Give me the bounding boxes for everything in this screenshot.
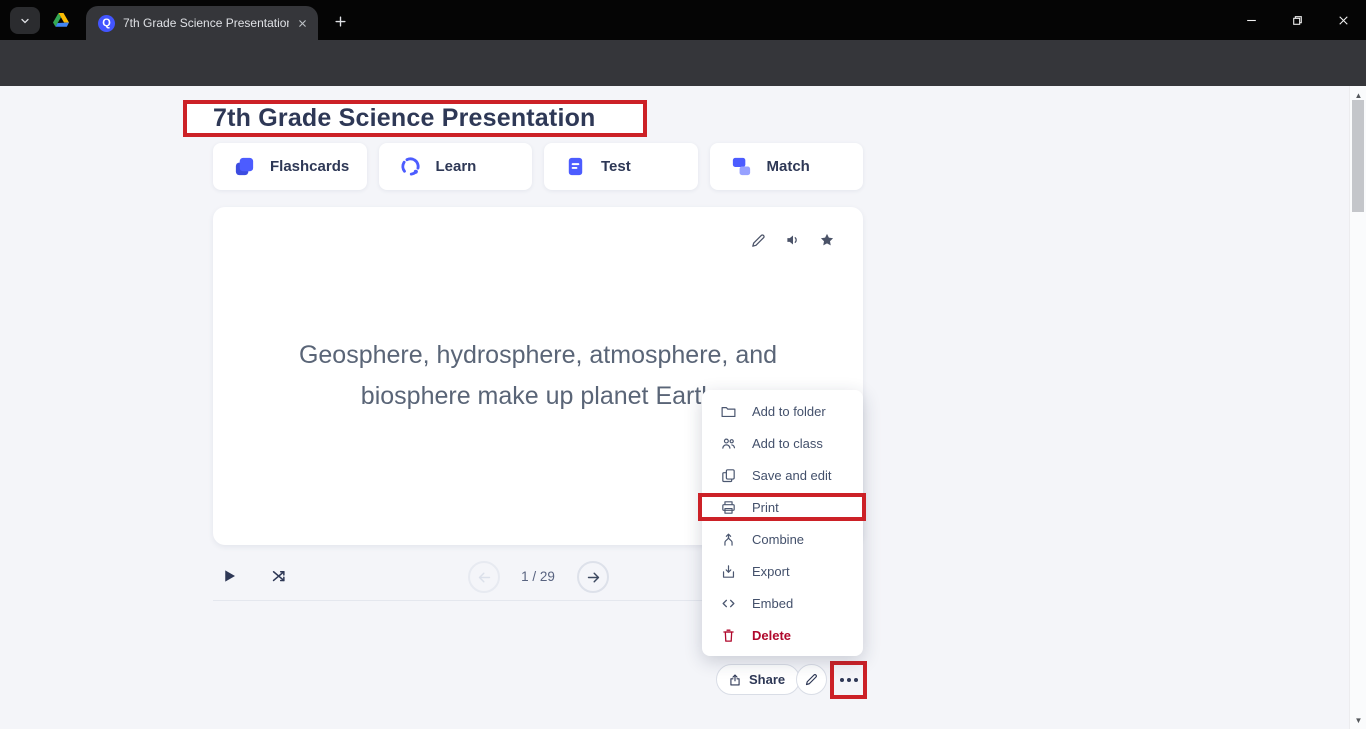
play-icon [220, 567, 238, 585]
play-button[interactable] [220, 567, 238, 585]
window-controls [1228, 0, 1366, 40]
menu-item-save-and-edit[interactable]: Save and edit [702, 459, 863, 491]
audio-icon[interactable] [784, 231, 802, 249]
arrow-left-icon [476, 569, 493, 586]
tab-title: 7th Grade Science Presentation [123, 16, 289, 30]
pencil-icon [804, 672, 819, 687]
share-button[interactable]: Share [716, 664, 800, 695]
active-tab[interactable]: Q 7th Grade Science Presentation [86, 6, 318, 40]
minimize-button[interactable] [1228, 0, 1274, 40]
flashcards-icon [233, 155, 256, 178]
learn-icon [399, 155, 422, 178]
title-annotation-box: 7th Grade Science Presentation [183, 100, 647, 137]
printer-icon [720, 499, 737, 516]
mode-match[interactable]: Match [710, 143, 864, 190]
card-toolbar [750, 231, 835, 249]
scroll-down-icon[interactable]: ▼ [1350, 713, 1366, 727]
menu-item-export[interactable]: Export [702, 555, 863, 587]
more-options-annotation-box [830, 661, 867, 699]
users-icon [720, 435, 737, 452]
test-icon [564, 155, 587, 178]
page-scrollbar[interactable]: ▲ ▼ [1349, 86, 1366, 729]
code-icon [720, 595, 737, 612]
study-modes: Flashcards Learn Test Match [213, 143, 863, 190]
tab-close-icon[interactable] [297, 18, 308, 29]
mode-label: Match [767, 158, 810, 175]
browser-toolbar: quizlet.com/923435932/7th-grade-science-… [0, 40, 1366, 86]
google-drive-icon [52, 11, 70, 29]
scrollbar-thumb[interactable] [1352, 100, 1364, 212]
more-options-button[interactable] [840, 678, 858, 682]
shuffle-button[interactable] [270, 567, 289, 586]
mode-label: Flashcards [270, 158, 349, 175]
chevron-down-icon [19, 15, 31, 27]
card-counter: 1 / 29 [505, 569, 571, 584]
mode-flashcards[interactable]: Flashcards [213, 143, 367, 190]
more-options-menu: Add to folder Add to class Save and edit… [702, 390, 863, 656]
quizlet-page: ▲ ▼ 7th Grade Science Presentation Flash… [0, 86, 1366, 729]
share-icon [728, 673, 742, 687]
menu-item-embed[interactable]: Embed [702, 587, 863, 619]
menu-item-print[interactable]: Print [702, 491, 863, 523]
mode-test[interactable]: Test [544, 143, 698, 190]
plus-icon [333, 14, 348, 29]
edit-card-icon[interactable] [750, 232, 767, 249]
shuffle-icon [270, 567, 289, 586]
mode-learn[interactable]: Learn [379, 143, 533, 190]
share-label: Share [749, 672, 785, 687]
menu-item-combine[interactable]: Combine [702, 523, 863, 555]
export-icon [720, 563, 737, 580]
quizlet-favicon: Q [98, 15, 115, 32]
menu-item-delete[interactable]: Delete [702, 619, 863, 651]
merge-icon [720, 531, 737, 548]
edit-set-button[interactable] [796, 664, 827, 695]
next-card-button[interactable] [577, 561, 609, 593]
close-button[interactable] [1320, 0, 1366, 40]
trash-icon [720, 627, 737, 644]
set-title: 7th Grade Science Presentation [213, 104, 596, 133]
dot-icon [840, 678, 844, 682]
menu-item-add-to-class[interactable]: Add to class [702, 427, 863, 459]
tab-search-button[interactable] [10, 7, 40, 34]
previous-card-button[interactable] [468, 561, 500, 593]
restore-button[interactable] [1274, 0, 1320, 40]
browser-window: Q 7th Grade Science Presentation quizlet… [0, 0, 1366, 729]
arrow-right-icon [585, 569, 602, 586]
folder-icon [720, 403, 737, 420]
browser-titlebar: Q 7th Grade Science Presentation [0, 0, 1366, 40]
new-tab-button[interactable] [328, 9, 352, 33]
dot-icon [854, 678, 858, 682]
mode-label: Test [601, 158, 631, 175]
match-icon [730, 155, 753, 178]
pinned-tab-drive[interactable] [52, 11, 70, 29]
copy-icon [720, 467, 737, 484]
star-icon[interactable] [819, 232, 835, 248]
dot-icon [847, 678, 851, 682]
menu-item-add-to-folder[interactable]: Add to folder [702, 395, 863, 427]
mode-label: Learn [436, 158, 477, 175]
